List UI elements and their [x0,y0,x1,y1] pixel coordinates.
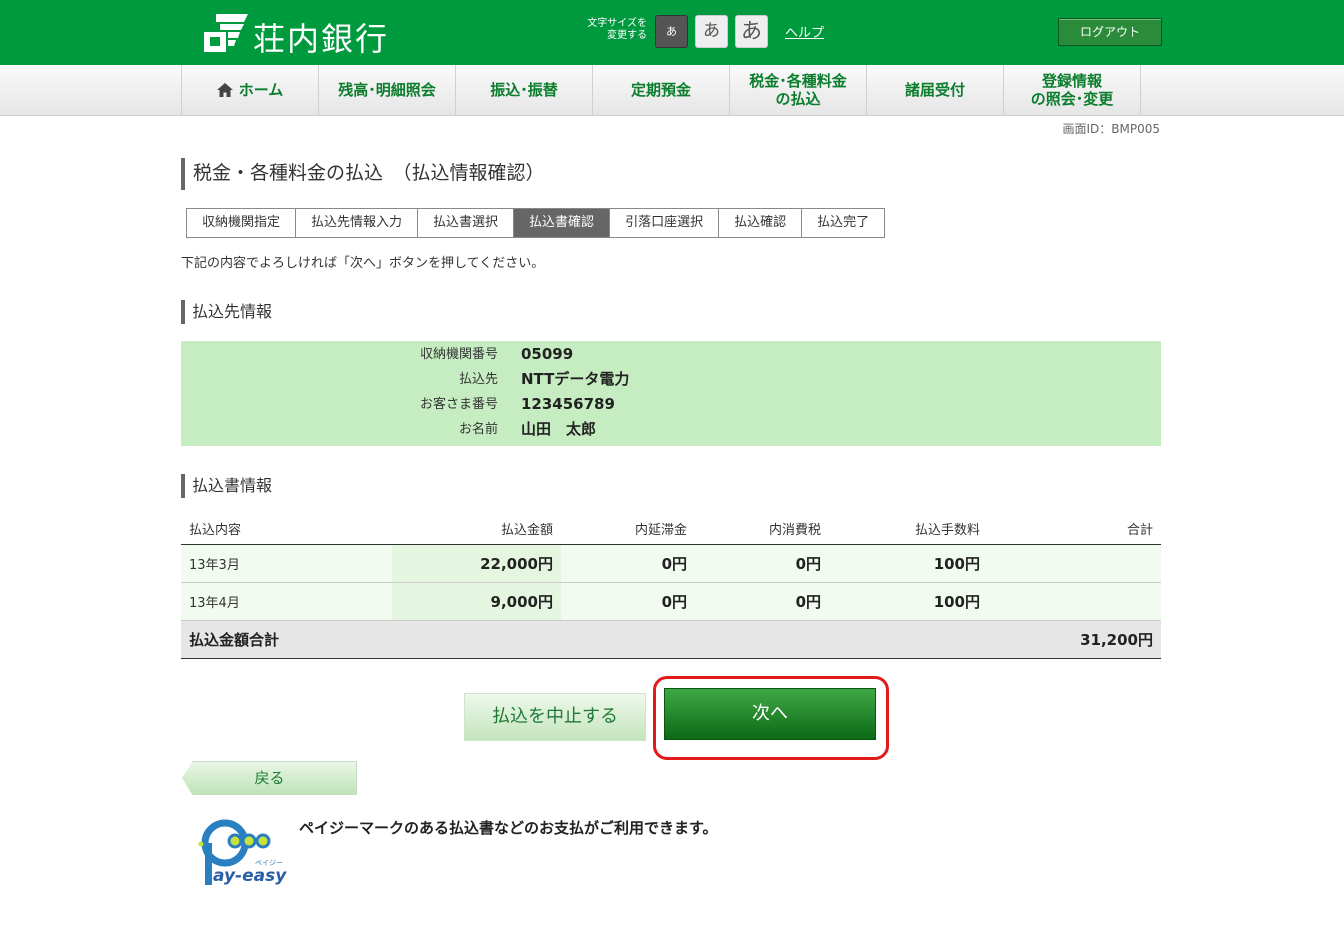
total-label: 払込金額合計 [181,620,561,659]
font-size-medium-button[interactable]: あ [695,15,728,48]
payee-label: お客さま番号 [419,397,498,412]
font-size-large-button[interactable]: あ [735,15,768,48]
nav-balance[interactable]: 残高･明細照会 [318,65,455,115]
step-item: 払込確認 [719,209,803,237]
screen-id: 画面ID：BMP005 [1062,122,1160,136]
step-item: 払込書選択 [418,209,515,237]
logout-button[interactable]: ログアウト [1058,18,1162,46]
nav-notifications[interactable]: 諸届受付 [866,65,1003,115]
bill-tax: 0円 [695,582,829,621]
step-item: 払込先情報入力 [296,209,419,237]
bill-item: 13年4月 [181,582,392,621]
payee-row: 収納機関番号 05099 [181,342,1161,367]
payee-value: 05099 [521,345,574,363]
col-header: 内延滞金 [561,513,695,545]
col-header: 合計 [988,513,1161,545]
nav-tax-payment[interactable]: 税金･各種料金 の払込 [729,65,866,115]
step-item: 引落口座選択 [610,209,720,237]
main-nav: ホーム 残高･明細照会 振込･振替 定期預金 税金･各種料金 の払込 諸届受付 … [0,65,1344,116]
col-header: 払込内容 [181,513,392,545]
payeasy-logo-icon: ペイジー ay-easy [198,819,287,886]
payee-info-box: 収納機関番号 05099 払込先 NTTデータ電力 お客さま番号 1234567… [181,341,1161,446]
payee-value: 123456789 [521,395,615,413]
col-header: 払込金額 [392,513,561,545]
instruction-text: 下記の内容でよろしければ「次へ」ボタンを押してください。 [181,256,545,271]
nav-tax-payment-line2: の払込 [775,90,821,108]
table-row: 13年3月 22,000円 0円 0円 100円 [181,544,1161,583]
nav-registration[interactable]: 登録情報 の照会･変更 [1003,65,1141,115]
table-header-row: 払込内容 払込金額 内延滞金 内消費税 払込手数料 合計 [181,513,1161,545]
step-item: 払込完了 [802,209,885,237]
bill-amount: 22,000円 [392,544,561,583]
bill-total [988,544,1161,583]
nav-balance-label: 残高･明細照会 [338,81,436,99]
payeasy-message: ペイジーマークのある払込書などのお支払がご利用できます。 [299,819,718,837]
bill-item: 13年3月 [181,544,392,583]
payee-row: 払込先 NTTデータ電力 [181,367,1161,392]
total-value: 31,200円 [561,620,1161,659]
payeasy-logo-text: ay-easy [213,866,287,886]
bill-late-fee: 0円 [561,544,695,583]
col-header: 払込手数料 [829,513,988,545]
payee-value: NTTデータ電力 [521,370,630,388]
bill-amount: 9,000円 [392,582,561,621]
home-icon [216,83,233,97]
step-item-active: 払込書確認 [514,209,611,237]
help-link[interactable]: ヘルプ [785,22,824,41]
cancel-payment-button[interactable]: 払込を中止する [464,693,646,741]
font-size-label-line2: 変更する [607,30,647,41]
payee-row: お名前 山田 太郎 [181,417,1161,442]
bill-total [988,582,1161,621]
font-size-small-button[interactable]: あ [655,15,688,48]
bill-fee: 100円 [829,544,988,583]
payee-row: お客さま番号 123456789 [181,392,1161,417]
back-button[interactable]: 戻る [182,761,357,795]
nav-home-label: ホーム [238,81,284,99]
nav-registration-line2: の照会･変更 [1030,90,1114,108]
nav-time-deposit-label: 定期預金 [630,81,691,99]
header-bar: 荘内銀行 文字サイズを 変更する あ あ あ ヘルプ ログアウト [0,0,1344,65]
nav-registration-label: 登録情報 の照会･変更 [1031,72,1114,108]
next-button[interactable]: 次へ [664,688,876,740]
bank-name: 荘内銀行 [253,20,390,58]
bill-table: 払込内容 払込金額 内延滞金 内消費税 払込手数料 合計 13年3月 22,00… [181,513,1161,659]
nav-time-deposit[interactable]: 定期預金 [592,65,729,115]
payee-label: 収納機関番号 [419,347,498,362]
page-title: 税金・各種料金の払込 （払込情報確認） [181,158,545,190]
nav-tax-payment-label: 税金･各種料金 の払込 [749,72,847,108]
bill-tax: 0円 [695,544,829,583]
nav-registration-line1: 登録情報 [1041,72,1102,90]
progress-steps: 収納機関指定 払込先情報入力 払込書選択 払込書確認 引落口座選択 払込確認 払… [186,208,886,238]
bill-late-fee: 0円 [561,582,695,621]
payee-label: お名前 [458,422,498,437]
bill-fee: 100円 [829,582,988,621]
nav-tax-payment-line1: 税金･各種料金 [749,72,847,90]
payee-value: 山田 太郎 [521,420,597,438]
step-item: 収納機関指定 [187,209,297,237]
font-size-label: 文字サイズを 変更する [575,18,647,42]
total-row: 払込金額合計 31,200円 [181,620,1161,659]
table-row: 13年4月 9,000円 0円 0円 100円 [181,582,1161,621]
nav-transfer[interactable]: 振込･振替 [455,65,592,115]
bank-logo-icon [204,14,248,52]
payee-section-title: 払込先情報 [181,300,272,324]
bill-section-title: 払込書情報 [181,474,272,498]
nav-notifications-label: 諸届受付 [904,81,965,99]
payee-label: 払込先 [458,372,498,387]
col-header: 内消費税 [695,513,829,545]
nav-transfer-label: 振込･振替 [490,81,558,99]
nav-home[interactable]: ホーム [181,65,318,115]
font-size-label-line1: 文字サイズを [587,18,647,29]
